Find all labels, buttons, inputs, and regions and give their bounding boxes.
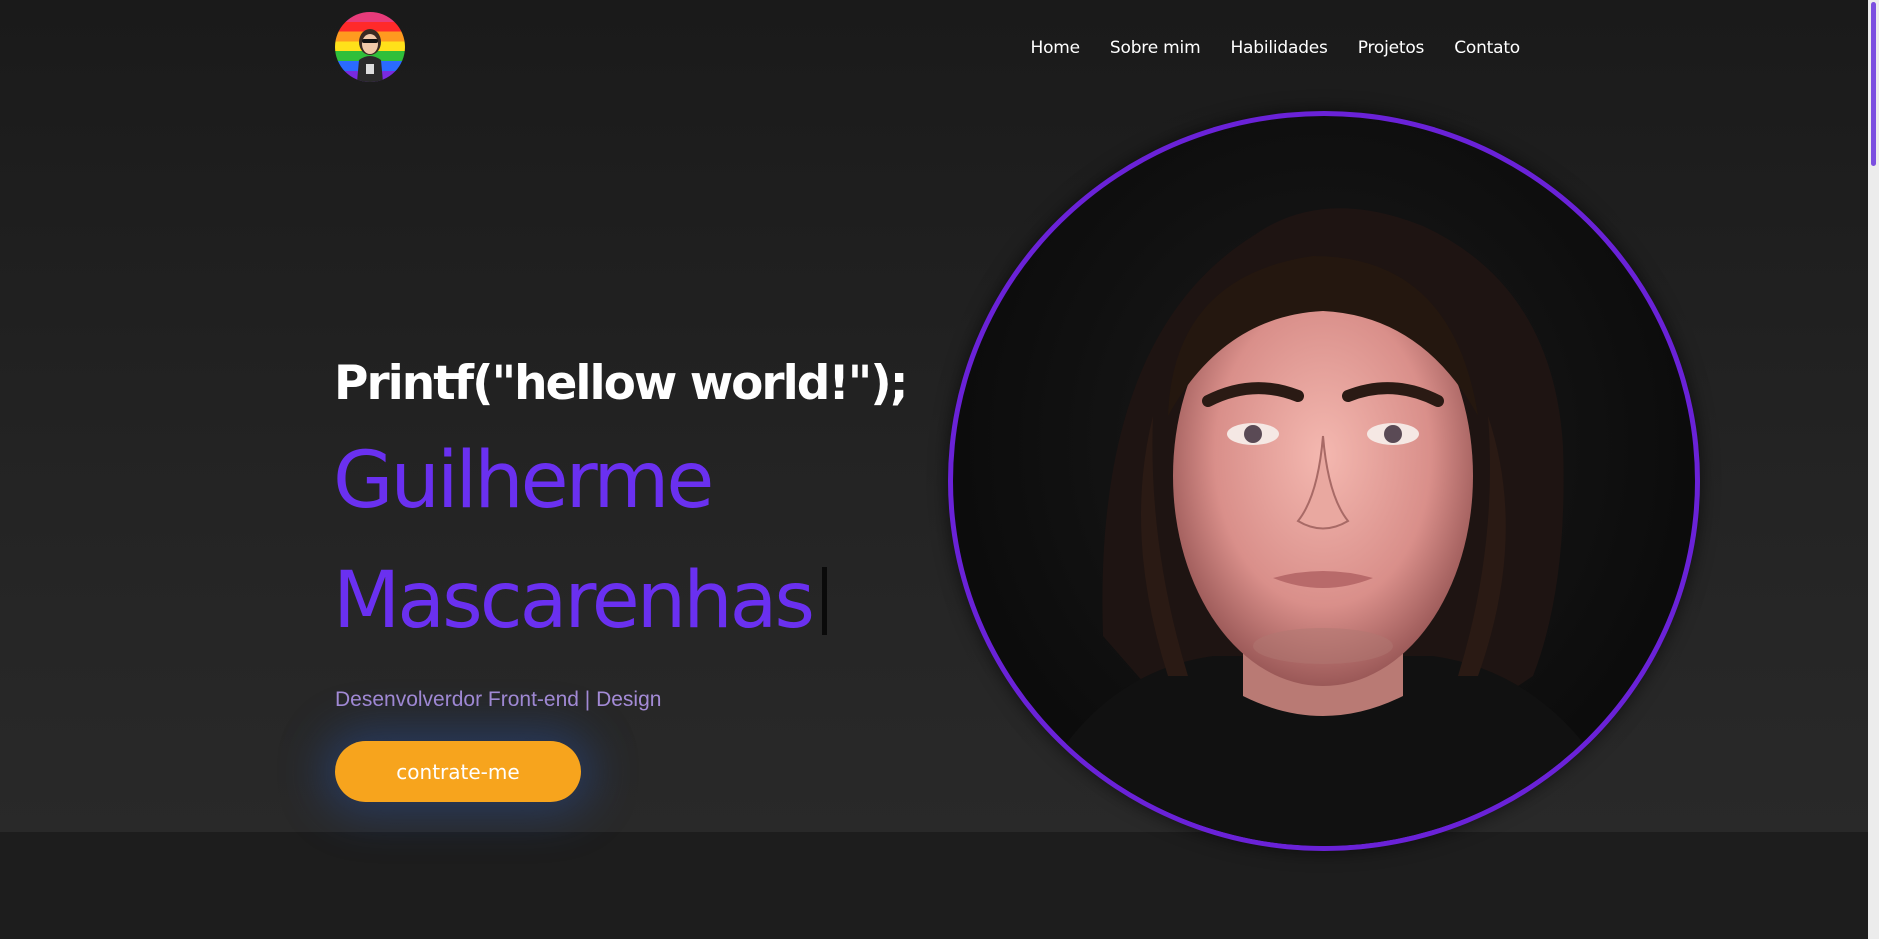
next-section	[0, 832, 1868, 939]
name-last: Mascarenhas	[333, 556, 815, 646]
nav-contato[interactable]: Contato	[1454, 38, 1520, 58]
profile-photo	[948, 111, 1700, 851]
name-first: Guilherme	[333, 436, 714, 526]
page: Home Sobre mim Habilidades Projetos Cont…	[0, 0, 1879, 939]
page-scrollbar[interactable]	[1868, 0, 1879, 939]
hire-me-button[interactable]: contrate-me	[335, 741, 581, 802]
intro-heading: Printf("hellow world!");	[334, 356, 909, 411]
name-last-line: Mascarenhas	[333, 556, 828, 646]
scrollbar-thumb[interactable]	[1871, 2, 1876, 166]
logo-avatar-icon[interactable]	[335, 12, 405, 82]
nav-sobre-mim[interactable]: Sobre mim	[1110, 38, 1201, 58]
nav-projetos[interactable]: Projetos	[1358, 38, 1425, 58]
nav-home[interactable]: Home	[1031, 38, 1081, 58]
main-nav: Home Sobre mim Habilidades Projetos Cont…	[1031, 38, 1521, 58]
typing-cursor	[822, 567, 828, 635]
nav-habilidades[interactable]: Habilidades	[1230, 38, 1327, 58]
role-subtitle: Desenvolverdor Front-end | Design	[335, 688, 662, 711]
